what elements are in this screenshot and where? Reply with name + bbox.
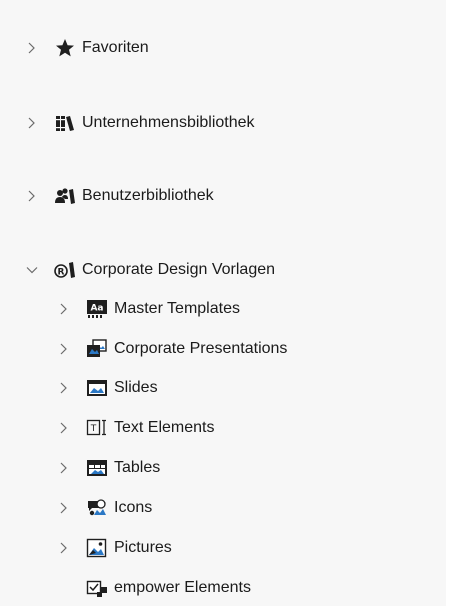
chevron-right-icon[interactable] [56, 540, 72, 556]
chevron-right-icon[interactable] [24, 115, 40, 131]
tree-item-benutzerbibliothek[interactable]: Benutzerbibliothek [0, 183, 460, 209]
chevron-down-icon[interactable] [24, 262, 40, 278]
tree-item-label: Pictures [114, 539, 172, 556]
tree-item-label: Text Elements [114, 419, 215, 436]
tree-item-empower-elements[interactable]: empower Elements [0, 575, 460, 601]
tree-item-label: Unternehmensbibliothek [82, 114, 255, 131]
icons-icon [86, 498, 108, 518]
chevron-right-icon[interactable] [56, 380, 72, 396]
tree-item-text-elements[interactable]: T Text Elements [0, 415, 460, 441]
tree-item-corporate-design-vorlagen[interactable]: R Corporate Design Vorlagen [0, 257, 460, 283]
users-library-icon [54, 186, 76, 206]
chevron-right-icon[interactable] [56, 420, 72, 436]
tree-item-favoriten[interactable]: Favoriten [0, 35, 460, 61]
books-icon [54, 113, 76, 133]
chevron-right-icon[interactable] [56, 500, 72, 516]
library-panel: Favoriten Unternehmensbibliothek Benutze… [0, 0, 446, 606]
tree-item-label: Favoriten [82, 39, 149, 56]
svg-text:R: R [58, 268, 65, 278]
tree-item-label: Icons [114, 499, 153, 516]
chevron-right-icon[interactable] [56, 301, 72, 317]
slides-icon [86, 378, 108, 398]
tree-item-pictures[interactable]: Pictures [0, 535, 460, 561]
chevron-right-icon[interactable] [56, 460, 72, 476]
text-elements-icon: T [86, 418, 108, 438]
svg-text:T: T [90, 424, 97, 434]
tree-item-label: Master Templates [114, 300, 240, 317]
star-icon [54, 38, 76, 58]
tree-item-slides[interactable]: Slides [0, 375, 460, 401]
tree-item-icons[interactable]: Icons [0, 495, 460, 521]
pictures-icon [86, 538, 108, 558]
presentation-icon [86, 339, 108, 359]
tree-item-label: Corporate Design Vorlagen [82, 261, 276, 278]
master-templates-icon: Aa [86, 299, 108, 319]
tree-item-corporate-presentations[interactable]: Corporate Presentations [0, 336, 460, 362]
tree-item-label: Slides [114, 379, 158, 396]
chevron-right-icon[interactable] [24, 40, 40, 56]
library-tree: Favoriten Unternehmensbibliothek Benutze… [0, 0, 446, 606]
chevron-right-icon[interactable] [56, 341, 72, 357]
tables-icon [86, 458, 108, 478]
tree-item-label: Benutzerbibliothek [82, 187, 214, 204]
svg-text:Aa: Aa [90, 304, 103, 314]
tree-item-master-templates[interactable]: Aa Master Templates [0, 296, 460, 322]
empower-elements-icon [86, 578, 108, 598]
tree-item-label: Corporate Presentations [114, 340, 288, 357]
chevron-right-icon[interactable] [24, 188, 40, 204]
tree-item-tables[interactable]: Tables [0, 455, 460, 481]
tree-item-unternehmensbibliothek[interactable]: Unternehmensbibliothek [0, 110, 460, 136]
tree-item-label: Tables [114, 459, 161, 476]
tree-item-label: empower Elements [114, 579, 251, 596]
registered-library-icon: R [54, 260, 76, 280]
